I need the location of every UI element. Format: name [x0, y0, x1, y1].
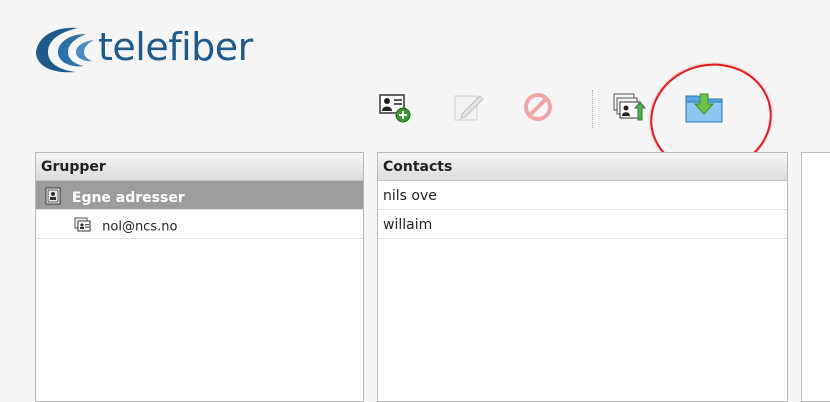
- delete-contact-button[interactable]: [521, 90, 555, 124]
- contact-row[interactable]: willaim: [378, 210, 787, 239]
- details-panel: [801, 152, 830, 402]
- telefiber-logo: telefiber: [30, 22, 253, 82]
- group-item-egne-adresser[interactable]: Egne adresser: [36, 181, 363, 210]
- groups-header: Grupper: [36, 153, 363, 181]
- address-book-icon: [45, 187, 61, 209]
- group-item-nol-ncs[interactable]: nol@ncs.no: [36, 210, 363, 239]
- add-contact-icon: [379, 94, 411, 123]
- contact-group-icon: [74, 217, 92, 237]
- contact-row[interactable]: nils ove: [378, 181, 787, 210]
- export-contacts-icon: [613, 93, 647, 121]
- contacts-panel: Contacts nils ove willaim: [377, 152, 788, 402]
- toolbar-divider: [592, 90, 594, 128]
- logo-swoosh-icon: [36, 27, 94, 73]
- delete-icon: [524, 93, 552, 121]
- contacts-header: Contacts: [378, 153, 787, 181]
- group-item-label: nol@ncs.no: [102, 219, 178, 235]
- edit-pencil-icon: [454, 95, 484, 121]
- edit-contact-button[interactable]: [452, 90, 486, 124]
- groups-panel: Grupper Egne adresser nol@ncs.no: [35, 152, 364, 402]
- add-contact-button[interactable]: [378, 90, 412, 124]
- brand-name: telefiber: [98, 25, 253, 69]
- group-item-label: Egne adresser: [71, 190, 185, 206]
- export-contacts-button[interactable]: [612, 90, 647, 124]
